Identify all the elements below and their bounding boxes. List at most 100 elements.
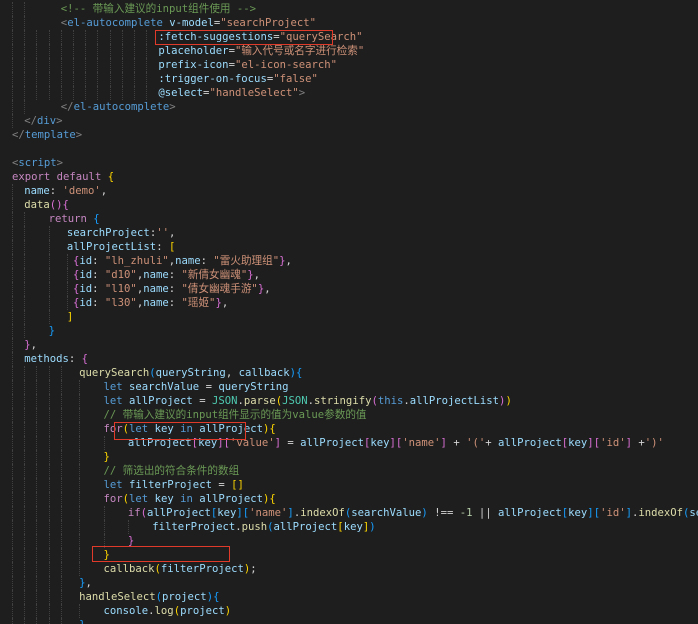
indent-guide: [24, 534, 26, 548]
code-line: let searchValue = queryString: [0, 380, 698, 394]
code-content: ]: [67, 310, 73, 324]
indent-guide: [79, 534, 81, 548]
code-token: ,: [264, 283, 271, 295]
indent-guide: [36, 520, 38, 534]
indent-guide: [24, 506, 26, 520]
code-token: // 带输入建议的input组件显示的值为value参数的值: [103, 409, 367, 421]
indent-guide: [66, 296, 68, 310]
indent-guide: [48, 282, 50, 296]
indent-guide: [12, 114, 13, 128]
indent-guide: [12, 198, 13, 212]
indent-guide: [12, 450, 13, 464]
code-token: in: [180, 493, 193, 505]
code-token: :: [156, 241, 169, 253]
code-token: name: [143, 283, 169, 295]
code-token: export: [12, 171, 51, 183]
indent-guide: [60, 478, 62, 492]
code-token: ): [224, 605, 232, 617]
code-content: console.log(project): [104, 604, 232, 618]
indent-guide: [24, 324, 26, 338]
code-token: for: [103, 423, 123, 435]
code-token: "querySearch": [279, 31, 363, 43]
indent-guide: [79, 436, 81, 450]
indent-guide: [24, 16, 26, 30]
indent-guide: [60, 562, 62, 576]
indent-guide: [12, 184, 13, 198]
code-token: "新倩女幽魂": [181, 269, 248, 281]
indent-guide: [60, 548, 62, 562]
code-content: </div>: [24, 114, 62, 128]
code-token: // 筛选出的符合条件的数组: [103, 465, 240, 477]
indent-guide: [12, 212, 13, 226]
indent-guide: [36, 590, 38, 604]
indent-guide: [12, 380, 13, 394]
indent-guide: [79, 478, 81, 492]
code-line: querySearch(queryString, callback){: [0, 366, 698, 380]
code-line: let filterProject = []: [0, 478, 698, 492]
code-token: -1: [459, 507, 473, 519]
code-token: placeholder: [158, 45, 229, 57]
code-token: >: [75, 129, 83, 141]
code-token: filterProject: [160, 563, 244, 575]
indent-guide: [134, 72, 135, 86]
indent-guide: [79, 548, 81, 562]
code-token: stringify: [314, 395, 372, 407]
indent-guide: [12, 562, 13, 576]
indent-guide: [12, 268, 13, 282]
indent-guide: [36, 380, 38, 394]
indent-guide: [24, 2, 26, 16]
code-token: +: [485, 437, 498, 449]
code-content: {id: "l30",name: "瑶姬"},: [73, 296, 228, 310]
indent-guide: [85, 86, 87, 100]
code-line: methods: {: [0, 352, 698, 366]
indent-guide: [48, 58, 50, 72]
indent-guide: [60, 394, 62, 408]
code-token: }: [103, 451, 110, 463]
code-content: name: 'demo',: [24, 184, 107, 198]
code-content: return {: [49, 212, 100, 226]
code-line: placeholder="输入代号或名字进行检索": [0, 44, 698, 58]
code-line: },: [0, 618, 698, 624]
indent-guide: [146, 72, 148, 86]
code-token: {: [107, 171, 115, 183]
code-token: allProject: [497, 437, 562, 449]
indent-guide: [134, 58, 135, 72]
code-line: }: [0, 324, 698, 338]
code-line: {id: "l10",name: "倩女幽魂手游"},: [0, 282, 698, 296]
code-token: "searchProject": [220, 17, 316, 29]
code-token: :: [168, 297, 182, 309]
code-token: 'id': [600, 507, 626, 519]
indent-guide: [12, 422, 13, 436]
code-token: id: [79, 269, 93, 281]
indent-guide: [24, 226, 26, 240]
code-token: searchValue: [129, 381, 200, 393]
code-token: allProject: [497, 507, 562, 519]
indent-guide: [36, 506, 38, 520]
code-line: callback(filterProject);: [0, 562, 698, 576]
indent-guide: [48, 450, 50, 464]
indent-guide: [24, 240, 26, 254]
indent-guide: [121, 44, 123, 58]
code-line: </el-autocomplete>: [0, 100, 698, 114]
indent-guide: [24, 100, 26, 114]
indent-guide: [36, 562, 38, 576]
indent-guide: [48, 506, 50, 520]
code-token: key: [217, 507, 237, 519]
indent-guide: [24, 450, 26, 464]
indent-guide: [60, 464, 62, 478]
code-line: {id: "d10",name: "新倩女幽魂"},: [0, 268, 698, 282]
indent-guide: [12, 240, 13, 254]
code-token: +: [631, 437, 645, 449]
indent-guide: [36, 436, 38, 450]
indent-guide: [48, 492, 50, 506]
indent-guide: [12, 44, 13, 58]
indent-guide: [109, 30, 111, 44]
code-editor[interactable]: <!-- 带输入建议的input组件使用 --> <el-autocomplete…: [0, 0, 698, 624]
code-token: callback: [238, 367, 290, 379]
indent-guide: [60, 506, 62, 520]
indent-guide: [48, 30, 50, 44]
code-token: name: [24, 185, 50, 197]
code-token: name: [175, 255, 201, 267]
indent-guide: [134, 86, 135, 100]
